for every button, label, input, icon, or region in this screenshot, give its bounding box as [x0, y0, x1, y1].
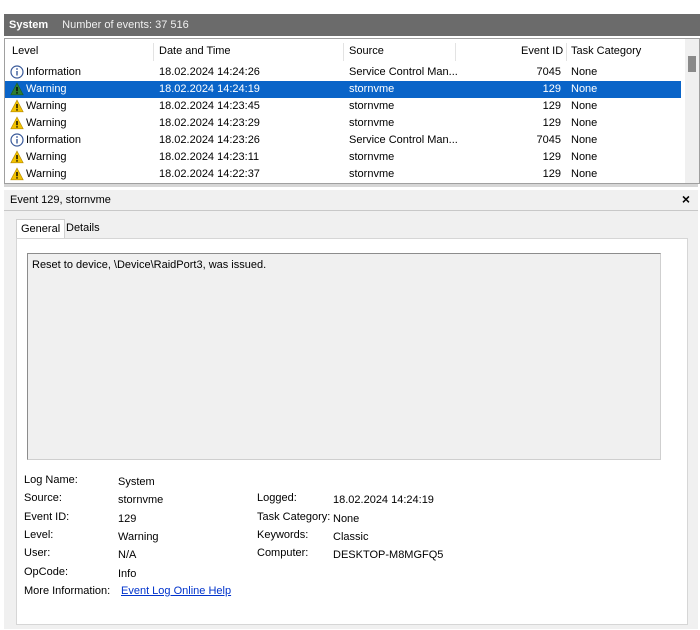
tab-details[interactable]: Details [62, 219, 104, 238]
row-event-id: 129 [542, 151, 561, 163]
row-task: None [571, 83, 598, 95]
row-task: None [571, 134, 598, 146]
row-task: None [571, 100, 598, 112]
col-separator[interactable] [566, 43, 567, 61]
row-level: Information [26, 134, 82, 146]
top-strip [0, 0, 700, 14]
value-keywords: Classic [333, 531, 369, 543]
row-date: 18.02.2024 14:23:45 [159, 100, 260, 112]
value-event-id: 129 [118, 513, 137, 525]
col-header-date[interactable]: Date and Time [159, 45, 231, 57]
event-message: Reset to device, \Device\RaidPort3, was … [32, 259, 267, 271]
row-source: stornvme [349, 83, 395, 95]
event-count: Number of events: 37 516 [62, 19, 189, 31]
event-message-box[interactable]: Reset to device, \Device\RaidPort3, was … [27, 253, 661, 460]
row-source: Service Control Man... [349, 66, 458, 78]
events-grid[interactable]: Level Date and Time Source Event ID Task… [4, 38, 700, 184]
label-logged: Logged: [257, 492, 297, 504]
warning-icon [10, 82, 24, 96]
vertical-scrollbar[interactable] [685, 39, 699, 183]
value-logged: 18.02.2024 14:24:19 [333, 494, 434, 506]
label-log-name: Log Name: [24, 474, 78, 486]
row-level: Warning [26, 83, 67, 95]
row-event-id: 129 [542, 168, 561, 180]
warning-icon [10, 99, 24, 113]
table-row[interactable]: Information 18.02.2024 14:23:26 Service … [5, 132, 681, 149]
row-task: None [571, 168, 598, 180]
table-row[interactable]: Warning 18.02.2024 14:23:29 stornvme 129… [5, 115, 681, 132]
row-source: stornvme [349, 100, 395, 112]
log-title-bar: System Number of events: 37 516 [4, 14, 700, 36]
event-detail-pane: General Details Reset to device, \Device… [4, 211, 698, 629]
row-date: 18.02.2024 14:23:29 [159, 117, 260, 129]
event-detail-header: Event 129, stornvme × [4, 190, 698, 211]
label-computer: Computer: [257, 547, 309, 559]
event-log-help-link[interactable]: Event Log Online Help [121, 585, 231, 597]
row-level: Warning [26, 168, 67, 180]
row-source: stornvme [349, 117, 395, 129]
row-task: None [571, 66, 598, 78]
scrollbar-thumb[interactable] [688, 56, 696, 72]
row-source: Service Control Man... [349, 134, 458, 146]
row-date: 18.02.2024 14:24:26 [159, 66, 260, 78]
grid-header: Level Date and Time Source Event ID Task… [5, 43, 685, 61]
table-row-selected[interactable]: Warning 18.02.2024 14:24:19 stornvme 129… [5, 81, 681, 98]
table-row[interactable]: Warning 18.02.2024 14:23:11 stornvme 129… [5, 149, 681, 166]
value-level: Warning [118, 531, 159, 543]
value-opcode: Info [118, 568, 137, 580]
row-task: None [571, 117, 598, 129]
value-user: N/A [118, 549, 137, 561]
label-task-category: Task Category: [257, 511, 331, 523]
col-separator[interactable] [343, 43, 344, 61]
row-date: 18.02.2024 14:23:26 [159, 134, 260, 146]
information-icon [10, 65, 24, 79]
pane-splitter[interactable] [4, 184, 698, 187]
row-event-id: 129 [542, 100, 561, 112]
row-date: 18.02.2024 14:23:11 [159, 151, 260, 163]
row-event-id: 129 [542, 117, 561, 129]
value-computer: DESKTOP-M8MGFQ5 [333, 549, 444, 561]
col-separator[interactable] [153, 43, 154, 61]
label-source: Source: [24, 492, 62, 504]
label-user: User: [24, 547, 51, 559]
label-opcode: OpCode: [24, 566, 69, 578]
value-source: stornvme [118, 494, 164, 506]
general-tab-panel: Reset to device, \Device\RaidPort3, was … [16, 238, 688, 625]
row-task: None [571, 151, 598, 163]
label-event-id: Event ID: [24, 511, 70, 523]
event-detail-title: Event 129, stornvme [10, 194, 111, 206]
warning-icon [10, 150, 24, 164]
row-event-id: 7045 [536, 66, 561, 78]
label-more-information: More Information: [24, 585, 111, 597]
row-level: Warning [26, 117, 67, 129]
row-level: Warning [26, 151, 67, 163]
table-row[interactable]: Warning 18.02.2024 14:23:45 stornvme 129… [5, 98, 681, 115]
label-level: Level: [24, 529, 54, 541]
value-log-name: System [118, 476, 155, 488]
warning-icon [10, 167, 24, 181]
close-icon[interactable]: × [682, 191, 690, 207]
col-header-task[interactable]: Task Category [571, 45, 641, 57]
row-event-id: 129 [542, 83, 561, 95]
row-source: stornvme [349, 151, 395, 163]
col-header-level[interactable]: Level [12, 45, 38, 57]
row-source: stornvme [349, 168, 395, 180]
row-date: 18.02.2024 14:22:37 [159, 168, 260, 180]
col-header-event-id[interactable]: Event ID [521, 45, 563, 57]
value-task-category: None [333, 513, 360, 525]
warning-icon [10, 116, 24, 130]
row-event-id: 7045 [536, 134, 561, 146]
row-date: 18.02.2024 14:24:19 [159, 83, 260, 95]
row-level: Warning [26, 100, 67, 112]
row-level: Information [26, 66, 82, 78]
table-row[interactable]: Information 18.02.2024 14:24:26 Service … [5, 64, 681, 81]
tab-general[interactable]: General [16, 219, 66, 239]
log-name: System [9, 19, 49, 31]
col-separator[interactable] [455, 43, 456, 61]
information-icon [10, 133, 24, 147]
table-row[interactable]: Warning 18.02.2024 14:22:37 stornvme 129… [5, 166, 681, 183]
col-header-source[interactable]: Source [349, 45, 384, 57]
label-keywords: Keywords: [257, 529, 309, 541]
